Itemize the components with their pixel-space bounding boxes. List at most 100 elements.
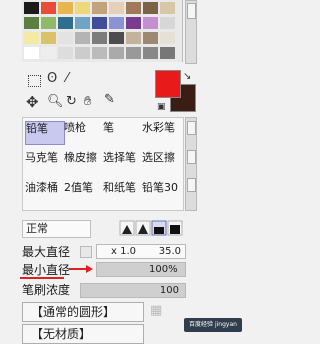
palette-swatch[interactable] — [143, 2, 158, 14]
min-diameter-label: 最小直径 — [22, 263, 71, 277]
brush-density-label: 笔刷浓度 — [22, 283, 71, 297]
lasso-icon[interactable]: ʘ — [47, 72, 57, 86]
brush-cell-label: 水彩笔 — [142, 121, 175, 134]
color-palette[interactable] — [22, 0, 183, 62]
palette-swatch[interactable] — [41, 47, 56, 59]
brush-cell-label: 和纸笔 — [103, 181, 136, 194]
min-diameter-slider[interactable]: 100% — [96, 262, 186, 277]
eyedropper-icon[interactable]: ✎ — [104, 93, 115, 107]
max-diameter-value[interactable]: 35.0 — [159, 245, 181, 258]
brush-cell-label: 喷枪 — [64, 121, 86, 134]
palette-swatch[interactable] — [58, 17, 73, 29]
annotation-arrow — [69, 265, 93, 273]
palette-swatch[interactable] — [92, 2, 107, 14]
brush-cell[interactable]: 笔 — [103, 121, 141, 143]
palette-swatch[interactable] — [126, 2, 141, 14]
brush-cell-label: 选择笔 — [103, 151, 136, 164]
palette-swatch[interactable] — [92, 47, 107, 59]
move-icon[interactable]: ✥ — [26, 95, 39, 110]
palette-swatch[interactable] — [58, 47, 73, 59]
palette-swatch[interactable] — [24, 47, 39, 59]
palette-swatch[interactable] — [75, 47, 90, 59]
reset-colors-icon[interactable]: ▣ — [157, 100, 166, 114]
rotate-icon[interactable]: ↻ — [66, 95, 77, 109]
blend-mode-select[interactable]: 正常 — [22, 220, 91, 238]
brush-cell[interactable]: 油漆桶 — [25, 181, 63, 203]
brush-cell[interactable]: 喷枪 — [64, 121, 102, 143]
palette-swatch[interactable] — [92, 32, 107, 44]
palette-swatch[interactable] — [143, 17, 158, 29]
brush-cell[interactable]: 马克笔 — [25, 151, 63, 173]
tip-shape-4-icon — [170, 225, 180, 234]
brush-cell-label: 油漆桶 — [25, 181, 58, 194]
palette-scrollbar[interactable] — [185, 0, 197, 64]
palette-swatch[interactable] — [41, 32, 56, 44]
palette-swatch[interactable] — [143, 32, 158, 44]
brush-cell-label: 选区擦 — [142, 151, 175, 164]
brush-cell-label: 2值笔 — [64, 181, 93, 194]
multiplier-value[interactable]: x 1.0 — [111, 245, 136, 258]
palette-swatch[interactable] — [126, 17, 141, 29]
palette-swatch[interactable] — [126, 32, 141, 44]
palette-swatch[interactable] — [24, 2, 39, 14]
palette-swatch[interactable] — [75, 32, 90, 44]
palette-swatch[interactable] — [75, 17, 90, 29]
brush-shape-dropdown[interactable]: 【通常的圆形】 — [22, 302, 144, 322]
palette-swatch[interactable] — [75, 2, 90, 14]
hand-icon[interactable]: ✋︎ — [84, 95, 91, 109]
brush-cell[interactable]: 选区擦 — [142, 151, 180, 173]
texture-value: 【无材质】 — [31, 327, 92, 341]
magic-wand-icon[interactable]: ⁄ — [66, 72, 68, 86]
brush-cell[interactable]: 2值笔 — [64, 181, 102, 203]
brush-scroll-thumb-2[interactable] — [187, 150, 196, 164]
palette-scroll-thumb[interactable] — [187, 3, 196, 19]
max-diameter-label: 最大直径 — [22, 245, 71, 259]
palette-swatch[interactable] — [92, 17, 107, 29]
brush-cell[interactable]: 铅笔3030 — [142, 181, 180, 203]
palette-swatch[interactable] — [109, 47, 124, 59]
brush-cell-label: 铅笔30 — [142, 181, 178, 194]
annotation-underline — [20, 277, 64, 279]
annotation-arrow-head — [86, 265, 93, 273]
zoom-icon[interactable]: 🔍︎ — [47, 95, 64, 109]
brush-scroll-thumb[interactable] — [187, 121, 196, 135]
palette-swatch[interactable] — [160, 32, 175, 44]
brush-density-slider[interactable]: 100 — [80, 283, 186, 298]
rectangle-select-icon[interactable] — [28, 75, 41, 87]
palette-swatch[interactable] — [41, 2, 56, 14]
brush-cell-label: 铅笔 — [26, 122, 48, 135]
brush-cell[interactable]: 橡皮擦 — [64, 151, 102, 173]
swap-colors-icon[interactable]: ↘ — [183, 70, 191, 84]
max-diameter-field[interactable]: x 1.0 35.0 — [96, 244, 186, 259]
brush-cell-label: 笔 — [103, 121, 114, 134]
palette-swatch[interactable] — [41, 17, 56, 29]
pressure-size-checkbox[interactable] — [80, 246, 92, 258]
brush-cell[interactable]: 和纸笔 — [103, 181, 141, 203]
palette-swatch[interactable] — [24, 32, 39, 44]
palette-swatch[interactable] — [143, 47, 158, 59]
palette-swatch[interactable] — [160, 47, 175, 59]
tip-shape-3-icon — [154, 227, 164, 234]
watermark-logo: 百度经验 jingyan — [184, 318, 242, 332]
texture-dropdown[interactable]: 【无材质】 — [22, 324, 144, 344]
palette-swatch[interactable] — [160, 2, 175, 14]
palette-swatch[interactable] — [58, 32, 73, 44]
brush-tip-shapes — [119, 220, 183, 236]
palette-swatch[interactable] — [24, 17, 39, 29]
palette-swatch[interactable] — [109, 17, 124, 29]
brush-cell[interactable]: 选择笔 — [103, 151, 141, 173]
min-diameter-value: 100% — [149, 264, 178, 275]
brush-grid-scrollbar[interactable] — [185, 117, 197, 211]
palette-swatch[interactable] — [109, 2, 124, 14]
brush-cell[interactable]: 水彩笔 — [142, 121, 180, 143]
palette-swatch[interactable] — [160, 17, 175, 29]
brush-shape-settings-icon[interactable]: ▦ — [150, 304, 162, 318]
palette-swatch[interactable] — [109, 32, 124, 44]
palette-swatch[interactable] — [58, 2, 73, 14]
blend-mode-label: 正常 — [26, 222, 48, 235]
palette-swatch[interactable] — [126, 47, 141, 59]
brush-cell[interactable]: 铅笔 — [25, 121, 65, 145]
foreground-color-swatch[interactable] — [155, 70, 181, 98]
brush-scroll-thumb-3[interactable] — [187, 178, 196, 192]
brush-cell-label: 马克笔 — [25, 151, 58, 164]
